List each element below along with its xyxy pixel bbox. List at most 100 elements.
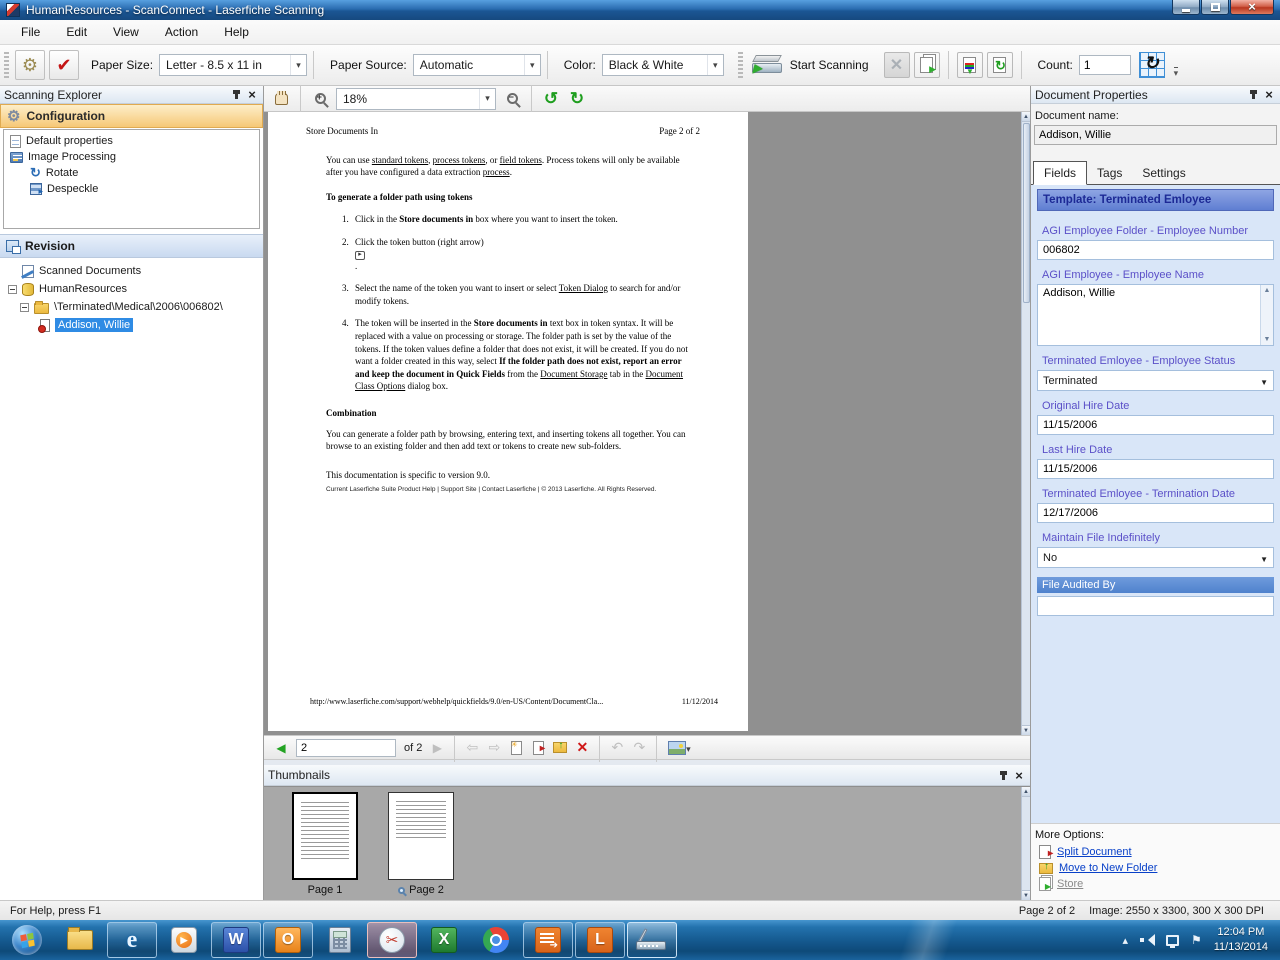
scroll-down-icon[interactable]: ▼ bbox=[1022, 725, 1030, 735]
delete-page-button[interactable] bbox=[572, 738, 592, 758]
scroll-up-icon[interactable]: ▲ bbox=[1264, 287, 1271, 294]
employee-status-select[interactable]: Terminated bbox=[1037, 370, 1274, 391]
thumbnail-page-2[interactable]: Page 2 bbox=[388, 792, 454, 896]
pin-icon[interactable] bbox=[996, 768, 1010, 782]
taskbar-internet-explorer-button[interactable]: e bbox=[107, 922, 157, 958]
menu-file[interactable]: File bbox=[8, 21, 53, 43]
split-document-link[interactable]: Split Document bbox=[1057, 846, 1132, 858]
tree-item-default-properties[interactable]: Default properties bbox=[4, 133, 259, 149]
employee-name-textarea[interactable]: Addison, Willie bbox=[1038, 285, 1273, 345]
chevron-down-icon[interactable] bbox=[1260, 551, 1273, 565]
minimize-button[interactable] bbox=[1172, 0, 1200, 15]
start-scanning-button[interactable]: Start Scanning bbox=[747, 48, 882, 82]
rotate-left-button[interactable] bbox=[539, 88, 563, 110]
move-to-new-folder-link[interactable]: Move to New Folder bbox=[1059, 862, 1157, 874]
collapse-expander-icon[interactable] bbox=[8, 284, 17, 294]
tab-tags[interactable]: Tags bbox=[1087, 162, 1132, 184]
page-number-input[interactable] bbox=[296, 738, 396, 757]
volume-icon[interactable] bbox=[1139, 934, 1155, 946]
taskbar-excel-button[interactable]: X bbox=[419, 922, 469, 958]
textarea-scrollbar[interactable]: ▲ ▼ bbox=[1260, 285, 1273, 345]
move-to-folder-button[interactable] bbox=[550, 738, 570, 758]
chevron-down-icon[interactable] bbox=[479, 88, 495, 109]
document-name-input[interactable] bbox=[1034, 125, 1277, 145]
thumbnails-scrollbar[interactable]: ▲ ▼ bbox=[1021, 787, 1030, 900]
color-combobox[interactable]: Black & White bbox=[601, 54, 724, 76]
tree-item-humanresources[interactable]: HumanResources bbox=[0, 280, 263, 298]
taskbar-word-button[interactable]: W bbox=[211, 922, 261, 958]
taskbar-clock[interactable]: 12:04 PM 11/13/2014 bbox=[1214, 925, 1268, 955]
network-icon[interactable] bbox=[1165, 934, 1179, 948]
taskbar-laserfiche-export-button[interactable] bbox=[523, 922, 573, 958]
menu-action[interactable]: Action bbox=[152, 21, 211, 43]
scroll-up-icon[interactable]: ▲ bbox=[1022, 787, 1030, 797]
revision-section-header[interactable]: Revision bbox=[0, 234, 263, 258]
close-panel-icon[interactable] bbox=[1262, 88, 1276, 102]
toolbar-grip[interactable] bbox=[4, 52, 9, 78]
menu-edit[interactable]: Edit bbox=[53, 21, 100, 43]
paper-size-combobox[interactable]: Letter - 8.5 x 11 in bbox=[159, 54, 308, 76]
document-page[interactable]: Store Documents In Page 2 of 2 You can u… bbox=[268, 112, 748, 731]
tray-expand-icon[interactable] bbox=[1122, 933, 1128, 947]
pan-tool-button[interactable] bbox=[269, 88, 293, 110]
last-hire-date-input[interactable] bbox=[1037, 459, 1274, 479]
taskbar-laserfiche-button[interactable]: L bbox=[575, 922, 625, 958]
new-page-button[interactable] bbox=[506, 738, 526, 758]
move-to-new-folder-row[interactable]: Move to New Folder bbox=[1039, 861, 1276, 874]
menu-help[interactable]: Help bbox=[211, 21, 262, 43]
insert-pages-button[interactable] bbox=[956, 52, 983, 78]
scan-more-pages-button[interactable] bbox=[913, 52, 940, 78]
menu-view[interactable]: View bbox=[100, 21, 152, 43]
previous-page-button[interactable] bbox=[271, 738, 291, 758]
count-input[interactable] bbox=[1078, 55, 1131, 75]
file-audited-by-input[interactable] bbox=[1037, 596, 1274, 616]
chevron-down-icon[interactable] bbox=[686, 741, 691, 755]
tree-item-despeckle[interactable]: Despeckle bbox=[4, 181, 259, 197]
maintain-file-select[interactable]: No bbox=[1037, 547, 1274, 568]
maximize-button[interactable] bbox=[1201, 0, 1229, 15]
tree-item-folder-path[interactable]: \Terminated\Medical\2006\006802\ bbox=[0, 298, 263, 316]
toolbar-overflow-button[interactable] bbox=[1169, 52, 1183, 78]
toolbar-grip[interactable] bbox=[737, 52, 743, 78]
scroll-down-icon[interactable]: ▼ bbox=[1022, 890, 1030, 900]
vertical-scrollbar[interactable]: ▲ ▼ bbox=[1021, 112, 1030, 735]
chevron-down-icon[interactable] bbox=[1260, 374, 1273, 388]
tree-item-rotate[interactable]: Rotate bbox=[4, 165, 259, 181]
scroll-up-icon[interactable]: ▲ bbox=[1022, 112, 1030, 122]
tree-item-scanned-documents[interactable]: Scanned Documents bbox=[0, 262, 263, 280]
start-button[interactable] bbox=[0, 920, 54, 960]
scan-settings-button[interactable] bbox=[15, 50, 45, 80]
original-hire-date-input[interactable] bbox=[1037, 415, 1274, 435]
pin-icon[interactable] bbox=[1246, 88, 1260, 102]
action-center-flag-icon[interactable] bbox=[1191, 933, 1202, 947]
pin-icon[interactable] bbox=[229, 88, 243, 102]
page-2-thumbnail-image[interactable] bbox=[388, 792, 454, 880]
taskbar-scanconnect-button[interactable] bbox=[627, 922, 677, 958]
close-panel-icon[interactable] bbox=[245, 88, 259, 102]
zoom-in-button[interactable]: + bbox=[308, 88, 332, 110]
split-page-button[interactable] bbox=[528, 738, 548, 758]
verify-button[interactable] bbox=[49, 50, 79, 80]
paper-source-combobox[interactable]: Automatic bbox=[412, 54, 541, 76]
chevron-down-icon[interactable] bbox=[523, 55, 540, 75]
configuration-section-header[interactable]: Configuration bbox=[0, 104, 263, 128]
taskbar-chrome-button[interactable] bbox=[471, 922, 521, 958]
taskbar-snipping-tool-button[interactable] bbox=[367, 922, 417, 958]
taskbar-media-player-button[interactable]: ▶ bbox=[159, 922, 209, 958]
tree-item-addison-willie[interactable]: Addison, Willie bbox=[0, 316, 263, 334]
rescan-page-button[interactable] bbox=[986, 52, 1013, 78]
thumbnail-page-1[interactable]: Page 1 bbox=[292, 792, 358, 896]
employee-number-input[interactable] bbox=[1037, 240, 1274, 260]
rotate-pages-button[interactable] bbox=[1138, 52, 1165, 78]
zoom-combobox[interactable]: 18% bbox=[336, 87, 496, 110]
chevron-down-icon[interactable] bbox=[706, 55, 723, 75]
page-1-thumbnail-image[interactable] bbox=[292, 792, 358, 880]
tab-settings[interactable]: Settings bbox=[1132, 162, 1195, 184]
termination-date-input[interactable] bbox=[1037, 503, 1274, 523]
taskbar-explorer-button[interactable] bbox=[55, 922, 105, 958]
taskbar-outlook-button[interactable]: O bbox=[263, 922, 313, 958]
chevron-down-icon[interactable] bbox=[290, 55, 306, 75]
zoom-out-button[interactable]: − bbox=[500, 88, 524, 110]
scroll-down-icon[interactable]: ▼ bbox=[1264, 336, 1271, 343]
collapse-expander-icon[interactable] bbox=[20, 302, 29, 312]
